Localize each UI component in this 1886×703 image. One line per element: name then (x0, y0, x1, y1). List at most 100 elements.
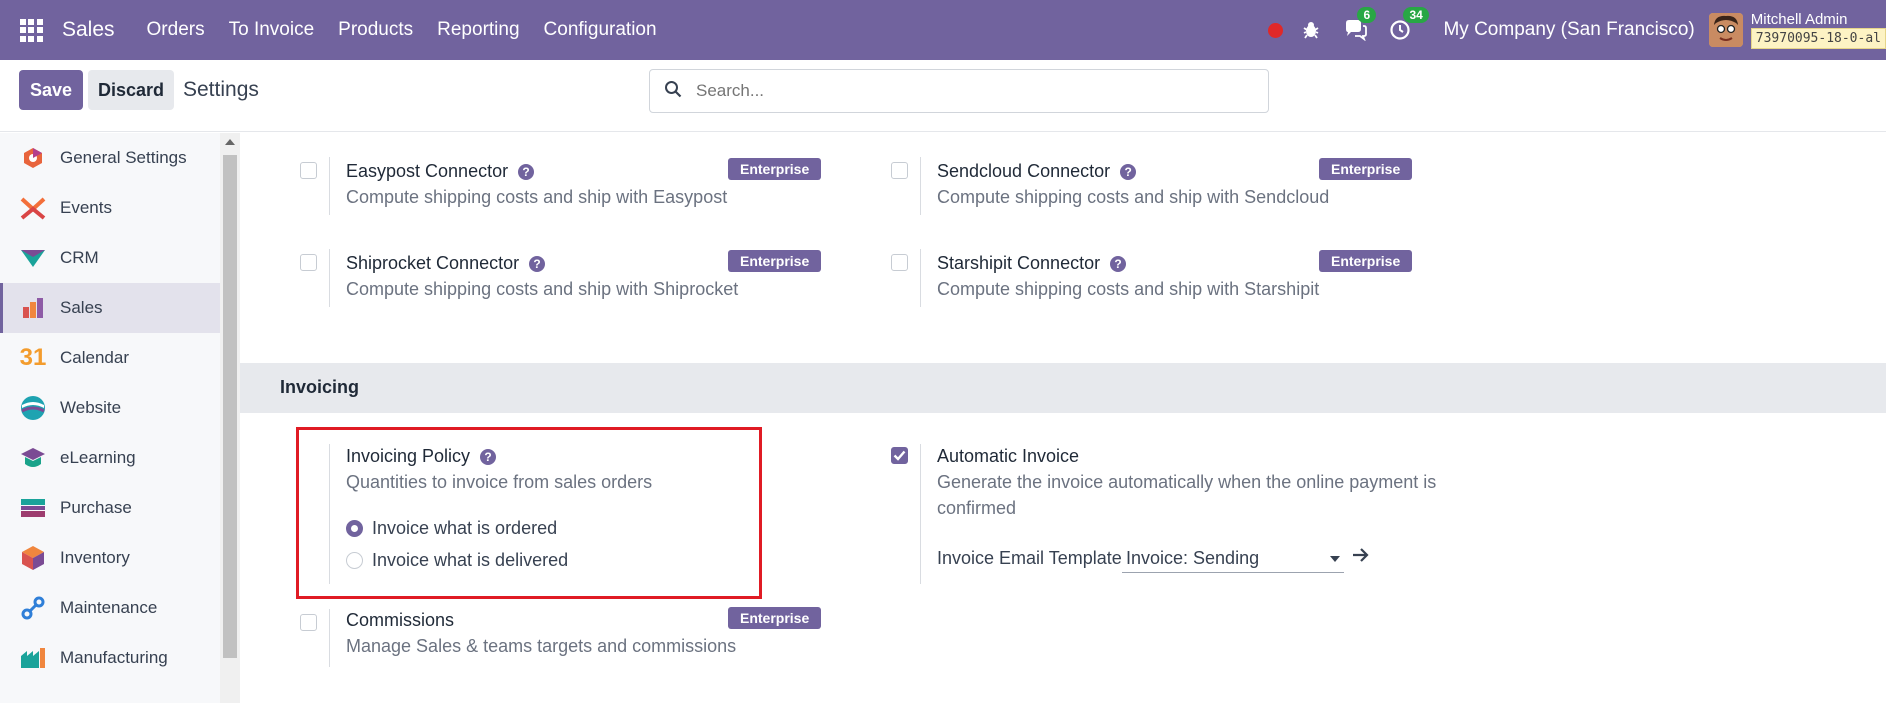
commissions-description: Manage Sales & teams targets and commiss… (346, 636, 737, 656)
app-brand[interactable]: Sales (62, 18, 115, 42)
sales-icon (20, 295, 46, 321)
starshipit-checkbox[interactable] (891, 254, 908, 271)
menu-products[interactable]: Products (338, 19, 413, 41)
sidebar-item-manufacturing[interactable]: Manufacturing (0, 633, 220, 683)
sidebar-item-label: Website (60, 398, 122, 417)
shiprocket-checkbox[interactable] (300, 254, 317, 271)
easypost-description: Compute shipping costs and ship with Eas… (346, 187, 728, 207)
invoicing-section-header: Invoicing (240, 363, 1886, 413)
user-avatar[interactable] (1708, 13, 1743, 47)
sidebar-item-label: Manufacturing (60, 648, 168, 667)
help-question-icon[interactable]: ? (1120, 163, 1137, 180)
events-icon (20, 195, 46, 221)
divider (920, 249, 921, 307)
search-icon (664, 80, 682, 103)
activities-clock-icon[interactable]: 34 (1389, 7, 1429, 41)
invoice-email-template-label: Invoice Email Template (937, 548, 1122, 568)
sidebar-item-label: General Settings (60, 148, 187, 167)
enterprise-badge[interactable]: Enterprise (1319, 250, 1413, 272)
sendcloud-title-text: Sendcloud Connector (937, 161, 1111, 181)
section-title: Invoicing (280, 377, 360, 397)
user-menu[interactable]: Mitchell Admin 73970095-18-0-al (1750, 11, 1886, 49)
elearning-icon (20, 445, 46, 471)
manufacturing-icon (20, 645, 46, 671)
menu-configuration[interactable]: Configuration (544, 19, 657, 41)
settings-search[interactable] (649, 69, 1269, 113)
menu-orders[interactable]: Orders (147, 19, 205, 41)
company-switcher[interactable]: My Company (San Francisco) (1443, 19, 1694, 41)
starshipit-description: Compute shipping costs and ship with Sta… (937, 279, 1320, 299)
sendcloud-description: Compute shipping costs and ship with Sen… (937, 187, 1330, 207)
sidebar-scrollbar[interactable] (220, 133, 240, 703)
scroll-thumb[interactable] (223, 155, 237, 658)
open-template-arrow-icon[interactable] (1352, 547, 1370, 568)
sidebar-item-sales[interactable]: Sales (0, 283, 220, 333)
shiprocket-description: Compute shipping costs and ship with Shi… (346, 279, 739, 299)
sidebar-item-label: CRM (60, 248, 99, 267)
scroll-up-arrow-icon[interactable] (225, 139, 235, 145)
sidebar-item-label: Calendar (60, 348, 129, 367)
checkmark-icon (893, 450, 906, 461)
commissions-title: Commissions (346, 610, 455, 630)
sidebar-item-label: Events (60, 198, 112, 217)
settings-content: Easypost Connector ? Compute shipping co… (240, 133, 1886, 703)
sidebar-item-label: Maintenance (60, 598, 158, 617)
starshipit-title: Starshipit Connector ? (937, 253, 1127, 274)
automatic-invoice-title: Automatic Invoice (937, 446, 1080, 466)
app-menu-icon[interactable] (0, 0, 62, 60)
settings-sidebar: General Settings Events CRM Sales 31 Cal… (0, 133, 220, 703)
search-input[interactable] (696, 81, 1236, 101)
purchase-icon (20, 495, 46, 521)
sendcloud-checkbox[interactable] (891, 162, 908, 179)
easypost-title-text: Easypost Connector (346, 161, 509, 181)
debug-bug-icon[interactable] (1301, 20, 1321, 40)
discard-button[interactable]: Discard (88, 70, 174, 110)
divider (329, 157, 330, 215)
dropdown-caret-icon (1330, 556, 1340, 562)
page-title: Settings (183, 78, 259, 101)
enterprise-badge[interactable]: Enterprise (728, 158, 822, 180)
invoice-email-template-select[interactable]: Invoice: Sending (1122, 548, 1344, 573)
easypost-checkbox[interactable] (300, 162, 317, 179)
sidebar-item-label: Purchase (60, 498, 132, 517)
starshipit-title-text: Starshipit Connector (937, 253, 1101, 273)
highlight-box (296, 427, 762, 599)
menu-to-invoice[interactable]: To Invoice (229, 19, 315, 41)
sidebar-item-label: Inventory (60, 548, 130, 567)
sidebar-item-crm[interactable]: CRM (0, 233, 220, 283)
sidebar-item-purchase[interactable]: Purchase (0, 483, 220, 533)
sidebar-item-elearning[interactable]: eLearning (0, 433, 220, 483)
messages-icon[interactable]: 6 (1343, 7, 1377, 41)
enterprise-badge[interactable]: Enterprise (728, 250, 822, 272)
help-question-icon[interactable]: ? (529, 255, 546, 272)
shiprocket-title-text: Shiprocket Connector (346, 253, 520, 273)
inventory-icon (20, 545, 46, 571)
activities-count-badge: 34 (1403, 7, 1429, 23)
sidebar-item-maintenance[interactable]: Maintenance (0, 583, 220, 633)
enterprise-badge[interactable]: Enterprise (1319, 158, 1413, 180)
enterprise-badge[interactable]: Enterprise (728, 607, 822, 629)
shiprocket-title: Shiprocket Connector ? (346, 253, 546, 274)
divider (920, 444, 921, 584)
sidebar-item-inventory[interactable]: Inventory (0, 533, 220, 583)
help-question-icon[interactable]: ? (1110, 255, 1127, 272)
sidebar-item-website[interactable]: Website (0, 383, 220, 433)
database-name: 73970095-18-0-al (1750, 28, 1886, 49)
sidebar-item-calendar[interactable]: 31 Calendar (0, 333, 220, 383)
control-panel: Save Discard Settings (0, 60, 1886, 132)
easypost-title: Easypost Connector ? (346, 161, 535, 182)
automatic-invoice-checkbox[interactable] (891, 447, 908, 464)
sidebar-item-events[interactable]: Events (0, 183, 220, 233)
sidebar-item-general-settings[interactable]: General Settings (0, 133, 220, 183)
commissions-checkbox[interactable] (300, 614, 317, 631)
menu-reporting[interactable]: Reporting (437, 19, 519, 41)
website-icon (20, 395, 46, 421)
save-button[interactable]: Save (19, 70, 83, 110)
top-navbar: Sales Orders To Invoice Products Reporti… (0, 0, 1886, 60)
recording-indicator-icon[interactable] (1268, 22, 1284, 38)
sidebar-item-label: Sales (60, 298, 103, 317)
invoice-email-template-value: Invoice: Sending (1126, 548, 1260, 568)
help-question-icon[interactable]: ? (518, 163, 535, 180)
divider (329, 609, 330, 667)
sidebar-item-label: eLearning (60, 448, 136, 467)
